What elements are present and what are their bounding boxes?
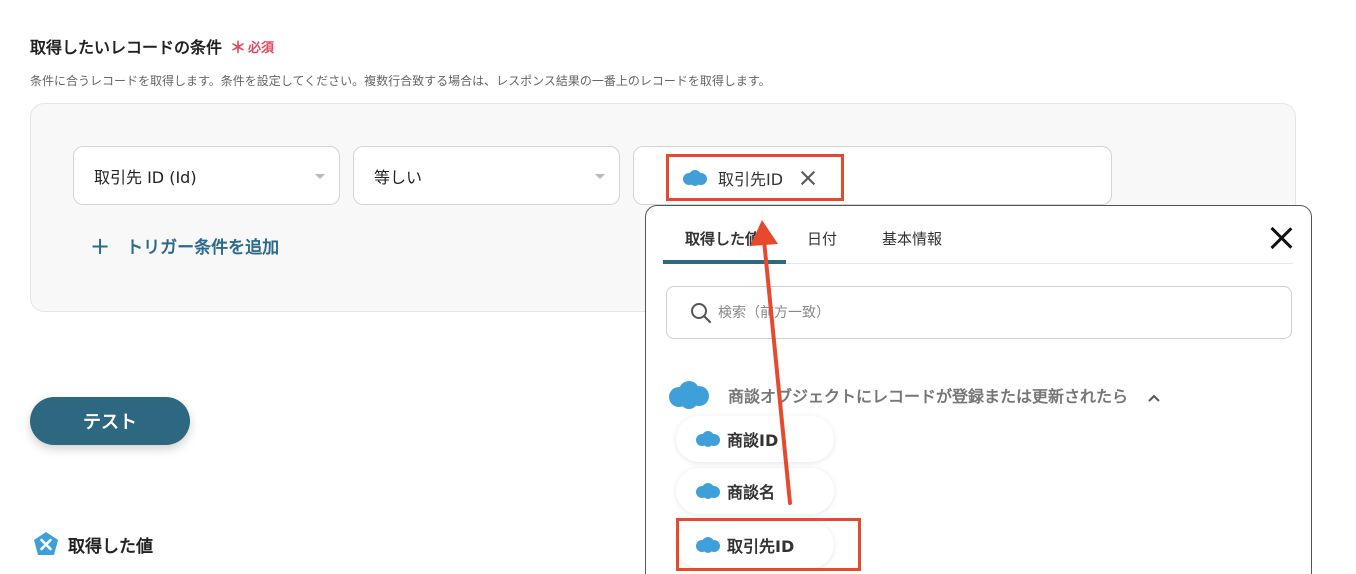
add-trigger-label: トリガー条件を追加 — [126, 238, 280, 258]
section-title: 取得したいレコードの条件 ＊ 必須 — [30, 34, 274, 58]
operator-select-value: 等しい — [374, 167, 423, 187]
section-title-text: 取得したいレコードの条件 — [30, 38, 223, 57]
tab-basic-info[interactable]: 基本情報 — [882, 228, 942, 249]
salesforce-cloud-icon — [683, 169, 707, 186]
value-item-deal-name[interactable]: 商談名 — [676, 468, 834, 514]
value-token-label: 取引先ID — [718, 169, 784, 189]
yoom-logo-icon — [34, 532, 58, 555]
salesforce-cloud-icon — [669, 381, 709, 409]
operator-select[interactable]: 等しい — [353, 146, 620, 205]
chevron-down-icon — [315, 174, 325, 179]
plus-icon: + — [90, 231, 111, 260]
salesforce-cloud-icon — [696, 431, 720, 447]
field-select[interactable]: 取引先 ID (Id) — [73, 146, 340, 205]
required-star: ＊ — [230, 38, 247, 57]
active-tab-indicator — [663, 260, 786, 264]
chevron-up-icon — [1148, 394, 1160, 402]
test-button[interactable]: テスト — [30, 397, 190, 445]
value-item-deal-id[interactable]: 商談ID — [676, 416, 834, 462]
value-item-label: 商談名 — [727, 483, 776, 502]
required-label: 必須 — [248, 40, 275, 56]
trigger-group-title: 商談オブジェクトにレコードが登録または更新されたら — [728, 387, 1129, 406]
value-item-label: 商談ID — [727, 431, 779, 450]
popup-tabs: 取得した値 日付 基本情報 — [663, 206, 1293, 264]
chevron-down-icon — [595, 174, 605, 179]
section-description: 条件に合うレコードを取得します。条件を設定してください。複数行合致する場合は、レ… — [30, 74, 771, 88]
search-box[interactable] — [666, 286, 1292, 339]
close-icon[interactable] — [799, 169, 817, 187]
tab-date[interactable]: 日付 — [807, 228, 837, 249]
tab-retrieved-values[interactable]: 取得した値 — [685, 228, 760, 249]
search-input[interactable] — [718, 304, 1278, 321]
trigger-group-header[interactable]: 商談オブジェクトにレコードが登録または更新されたら — [668, 380, 1160, 410]
search-icon — [691, 302, 712, 323]
retrieved-values-header: 取得した値 — [32, 530, 153, 558]
add-trigger-condition-button[interactable]: + トリガー条件を追加 — [90, 231, 280, 260]
close-icon[interactable] — [1269, 226, 1293, 250]
retrieved-values-label: 取得した値 — [68, 536, 153, 557]
salesforce-cloud-icon — [696, 483, 720, 499]
value-token[interactable]: 取引先ID — [666, 154, 844, 201]
highlight-box — [676, 518, 861, 571]
field-select-value: 取引先 ID (Id) — [94, 167, 197, 187]
